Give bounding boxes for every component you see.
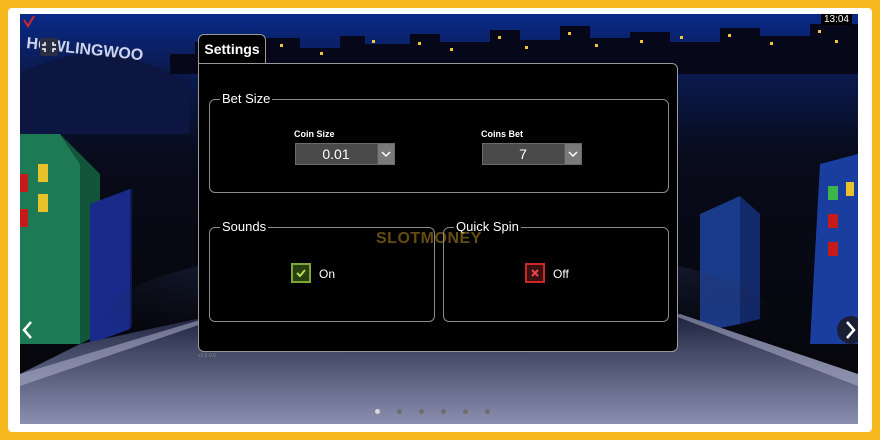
quick-spin-checkbox[interactable] bbox=[525, 263, 545, 283]
quick-spin-state-label: Off bbox=[553, 267, 569, 281]
close-icon bbox=[531, 269, 539, 277]
bet-size-group: Bet Size Coin Size 0.01 Coins Bet 7 bbox=[209, 91, 669, 193]
page-dot[interactable] bbox=[375, 409, 380, 414]
sounds-title: Sounds bbox=[220, 219, 269, 235]
chevron-down-icon bbox=[564, 144, 581, 164]
coin-size-select[interactable]: 0.01 bbox=[295, 143, 395, 165]
clock: 13:04 bbox=[820, 14, 852, 25]
prev-page-button[interactable] bbox=[20, 315, 36, 350]
coins-bet-value: 7 bbox=[519, 146, 527, 162]
page-dot[interactable] bbox=[485, 409, 490, 414]
bet-size-title: Bet Size bbox=[220, 91, 273, 107]
coin-size-value: 0.01 bbox=[322, 146, 350, 162]
page-dot[interactable] bbox=[419, 409, 424, 414]
sounds-checkbox[interactable] bbox=[291, 263, 311, 283]
watermark: SLOTMONEY bbox=[376, 230, 482, 247]
next-page-button[interactable] bbox=[836, 315, 858, 350]
tab-settings[interactable]: Settings bbox=[198, 34, 266, 65]
page-dot[interactable] bbox=[463, 409, 468, 414]
chevron-right-icon bbox=[837, 316, 858, 344]
sounds-state-label: On bbox=[319, 267, 336, 281]
check-icon bbox=[296, 269, 306, 278]
coin-size-label: Coin Size bbox=[294, 129, 335, 139]
page-dot[interactable] bbox=[397, 409, 402, 414]
chevron-left-icon bbox=[22, 321, 32, 339]
fullscreen-button[interactable] bbox=[40, 38, 58, 56]
fullscreen-icon bbox=[42, 42, 56, 52]
game-screen: HOWLINGWOO 13:04 Settings Bet Size Coin … bbox=[20, 14, 858, 424]
version-label: v1.0.0.0 bbox=[198, 353, 216, 359]
coins-bet-label: Coins Bet bbox=[481, 129, 524, 139]
page-dot[interactable] bbox=[441, 409, 446, 414]
settings-panel: Bet Size Coin Size 0.01 Coins Bet 7 Soun… bbox=[198, 63, 678, 352]
chevron-down-icon bbox=[377, 144, 394, 164]
coins-bet-select[interactable]: 7 bbox=[482, 143, 582, 165]
